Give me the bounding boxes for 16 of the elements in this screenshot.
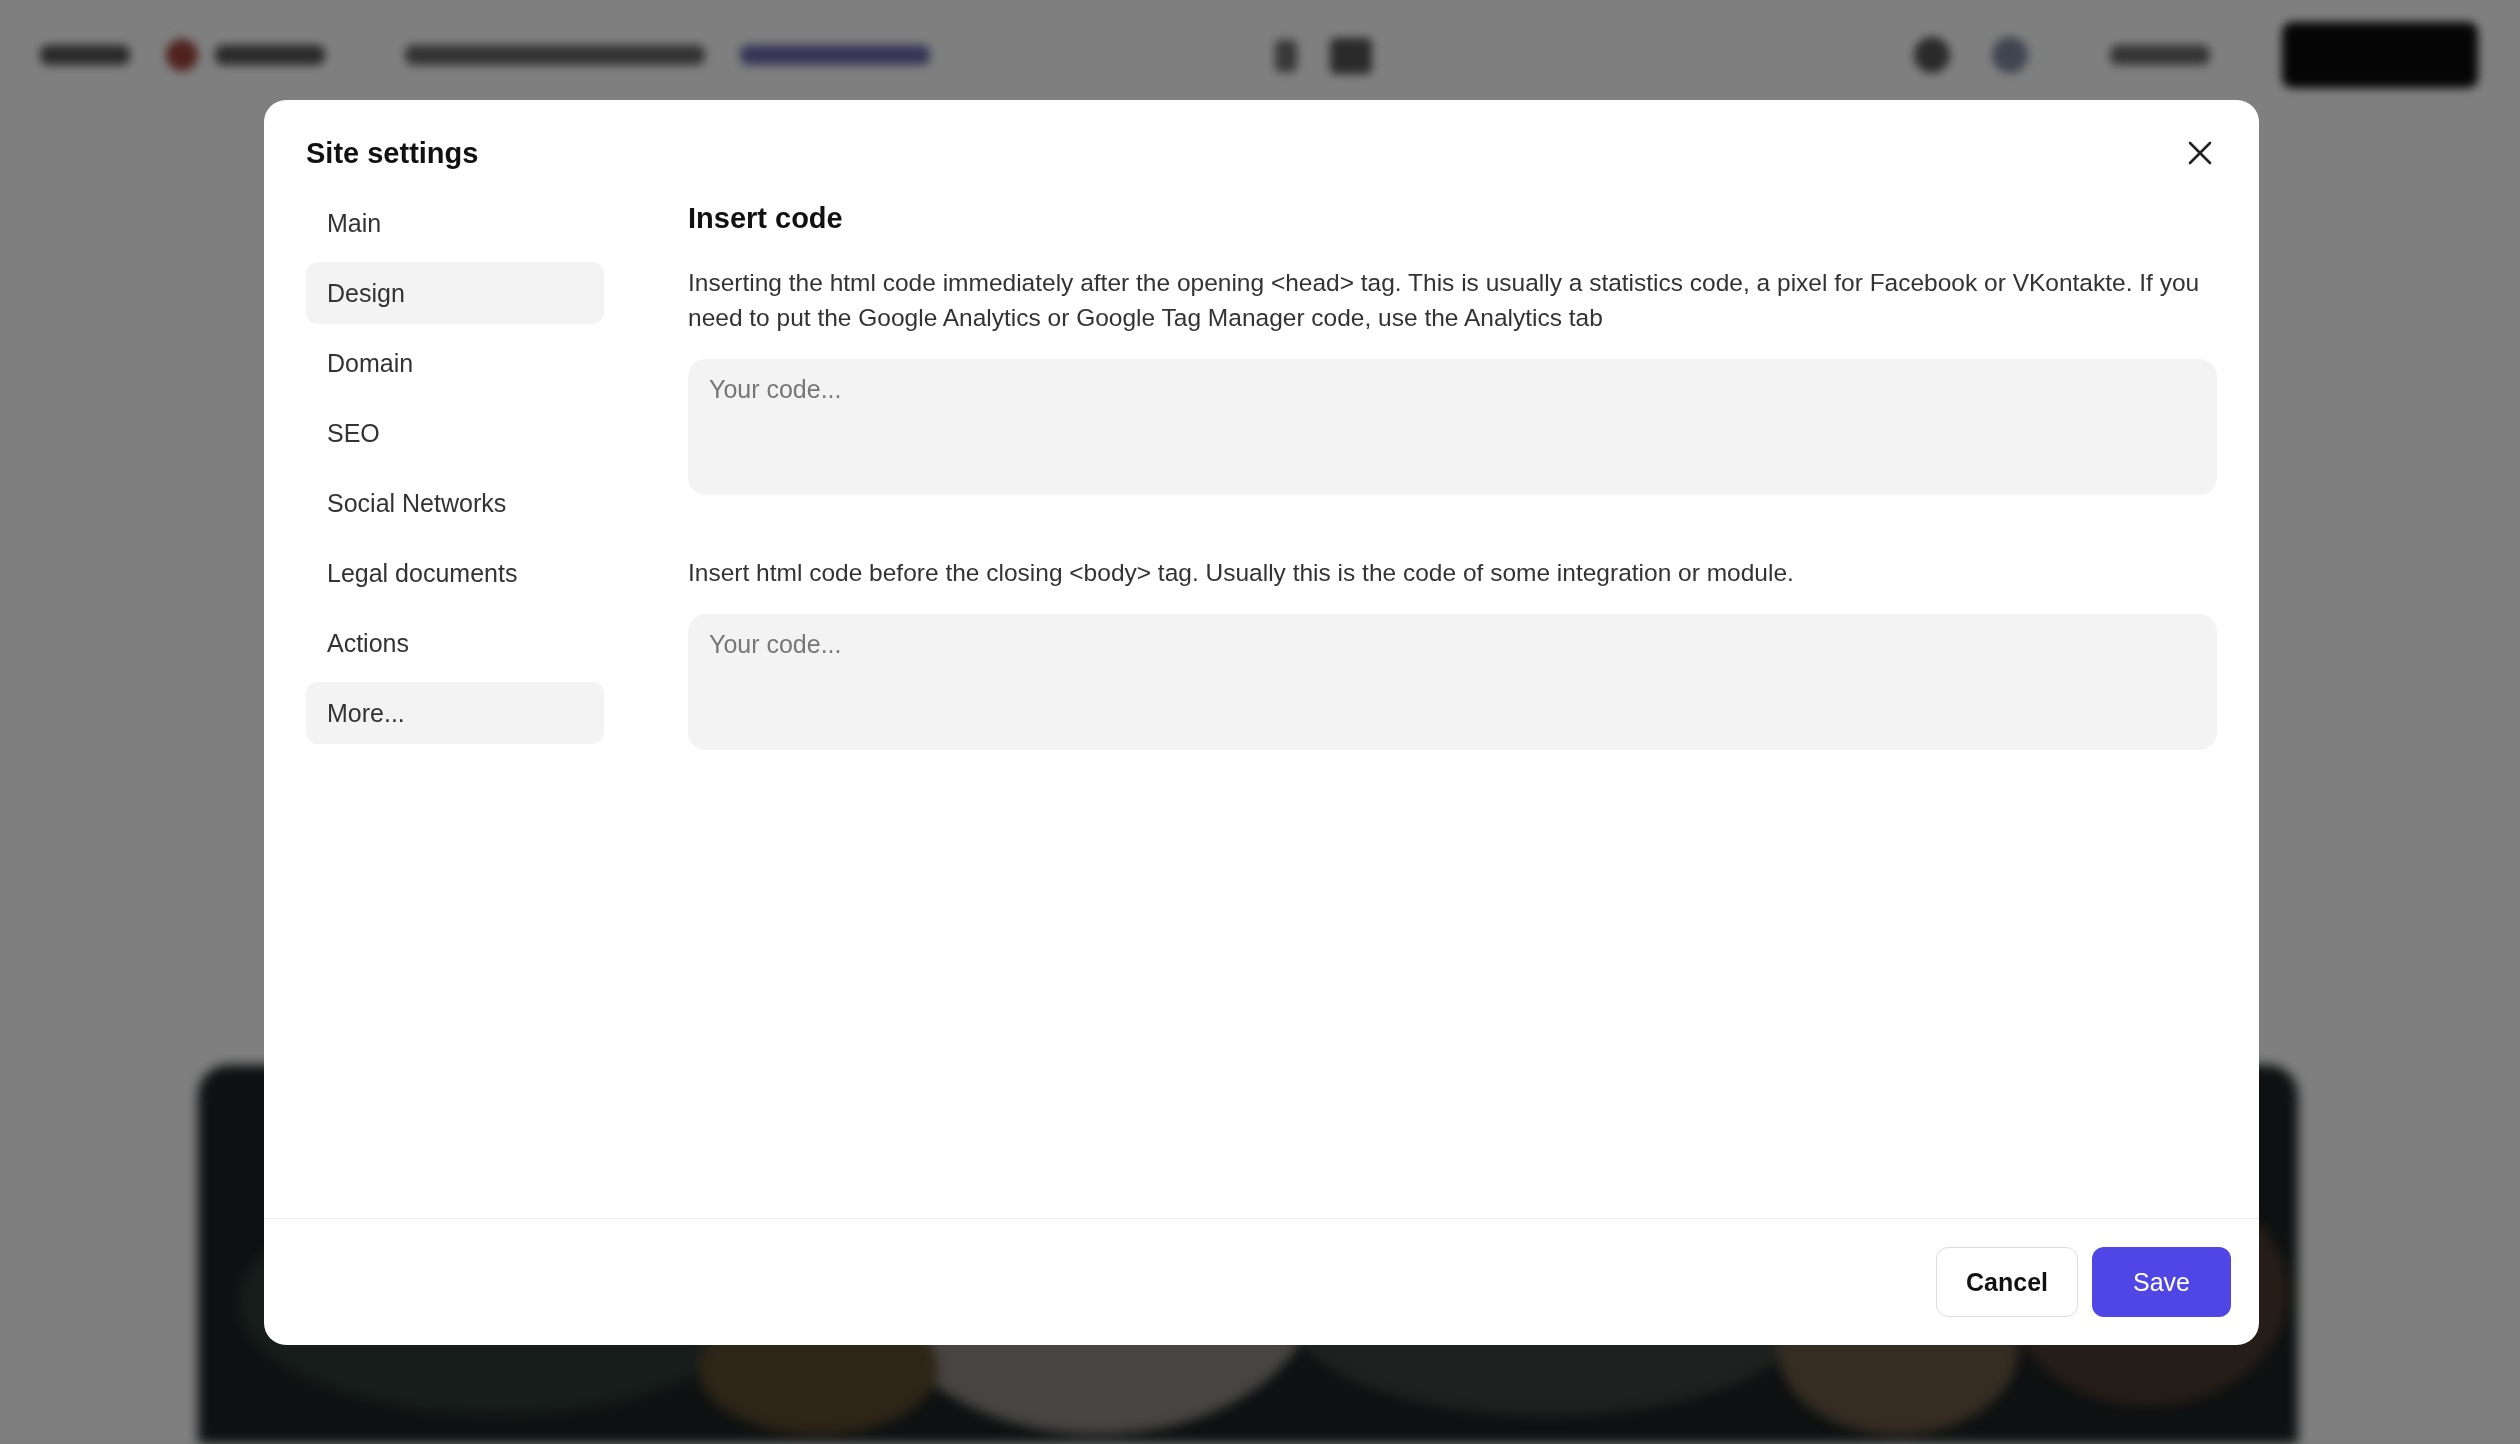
dialog-title: Site settings bbox=[306, 136, 479, 170]
field-description: Insert html code before the closing <body> tag. Usually this is the code of some integration or module. bbox=[688, 558, 1795, 588]
code-field[interactable]: Your code... bbox=[688, 614, 2217, 750]
menu-item[interactable]: Main bbox=[306, 192, 604, 254]
menu-item[interactable]: SEO bbox=[306, 402, 604, 464]
code-field[interactable]: Your code... bbox=[688, 359, 2217, 495]
field-description: Inserting the html code immediately after the opening <head> tag. This is usually a statistics code, a pixel for Facebook or VKontakte. If you need to put the Google Analytics or Google Tag Manager code, use the Analytics tab bbox=[688, 268, 2201, 333]
section-title: Insert code bbox=[688, 202, 844, 235]
menu-item[interactable]: Domain bbox=[306, 332, 604, 394]
menu-item[interactable]: Social Networks bbox=[306, 472, 604, 534]
menu-item[interactable]: Design bbox=[306, 262, 604, 324]
menu-item[interactable]: Legal documents bbox=[306, 542, 604, 604]
menu-item[interactable]: Actions bbox=[306, 612, 604, 674]
cancel-button[interactable]: Cancel bbox=[1936, 1247, 2078, 1317]
menu-item[interactable]: More... bbox=[306, 682, 604, 744]
save-button[interactable]: Save bbox=[2092, 1247, 2231, 1317]
